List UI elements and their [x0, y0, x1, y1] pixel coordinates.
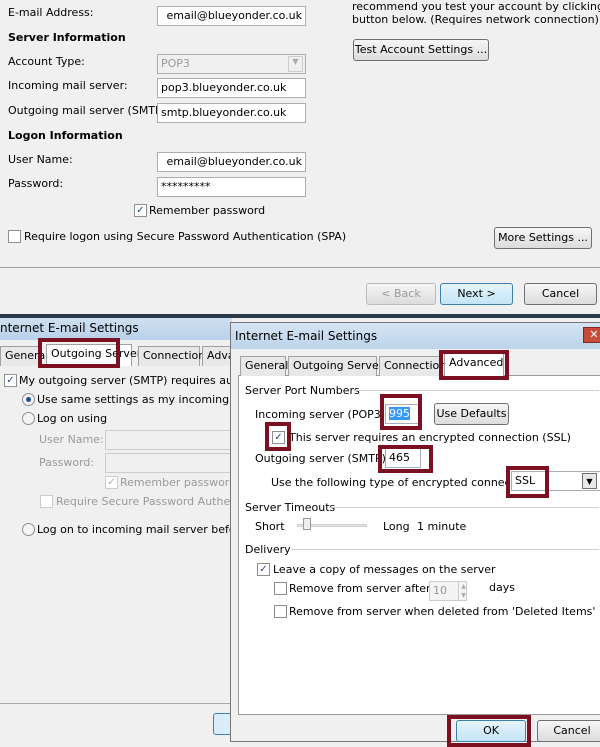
next-button[interactable]: Next > [440, 283, 513, 305]
incoming-label: Incoming mail server: [8, 79, 128, 92]
test-account-settings-button[interactable]: Test Account Settings ... [353, 39, 489, 61]
logon-using-radio[interactable] [22, 412, 35, 425]
days-label: days [489, 581, 515, 594]
remember-password-checkbox: ✓ [105, 476, 118, 489]
close-icon[interactable]: ✕ [583, 327, 600, 343]
highlight-box [447, 715, 531, 747]
tab-advanced[interactable]: Adva [202, 346, 232, 366]
stepper-arrows-icon[interactable]: ▲ ▼ [458, 582, 468, 600]
remove-after-checkbox[interactable] [274, 582, 287, 595]
remember-password-label: Remember password [120, 476, 237, 489]
intro-text: button below. (Requires network connecti… [352, 13, 599, 26]
password-field[interactable]: ********* [157, 177, 306, 197]
username-label: User Name: [39, 433, 104, 446]
group-line [353, 390, 599, 391]
spa-label: Require logon using Secure Password Auth… [24, 230, 347, 243]
tab-outgoing-server[interactable]: Outgoing Server [288, 356, 383, 376]
account-type-value: POP3 [161, 57, 190, 70]
email-label: E-mail Address: [8, 6, 94, 19]
divider [0, 267, 600, 268]
smtp-auth-label: My outgoing server (SMTP) requires authe… [19, 374, 259, 387]
tab-connection[interactable]: Connection [138, 346, 205, 366]
use-defaults-button[interactable]: Use Defaults [434, 403, 509, 425]
highlight-box [439, 350, 509, 380]
logon-info-heading: Logon Information [8, 129, 123, 142]
dialog-title: nternet E-mail Settings [0, 321, 139, 335]
group-line [329, 507, 599, 508]
long-label: Long [383, 520, 410, 533]
title-bar: nternet E-mail Settings [0, 318, 232, 340]
highlight-box [38, 338, 120, 368]
cancel-button[interactable]: Cancel [524, 283, 597, 305]
same-settings-radio[interactable] [22, 393, 35, 406]
advanced-settings-dialog: Internet E-mail Settings ✕ General Outgo… [230, 322, 600, 747]
divider [0, 703, 232, 704]
back-button[interactable]: < Back [366, 283, 436, 305]
account-type-label: Account Type: [8, 55, 85, 68]
ssl-label: This server requires an encrypted connec… [289, 431, 571, 444]
server-info-heading: Server Information [8, 31, 126, 44]
password-label: Password: [8, 177, 64, 190]
highlight-box [378, 445, 433, 473]
group-line [291, 549, 599, 550]
leave-copy-label: Leave a copy of messages on the server [273, 563, 496, 576]
incoming-port-label: Incoming server (POP3): [255, 408, 389, 421]
spa-checkbox [40, 495, 53, 508]
timeouts-heading: Server Timeouts [245, 501, 336, 514]
tab-connection[interactable]: Connection [379, 356, 446, 376]
cancel-button[interactable]: Cancel [537, 720, 600, 742]
timeout-value: 1 minute [417, 520, 467, 533]
chevron-down-icon: ▼ [288, 56, 303, 72]
email-field[interactable]: email@blueyonder.co.uk [157, 6, 306, 26]
delivery-heading: Delivery [245, 543, 291, 556]
incoming-server-field[interactable]: pop3.blueyonder.co.uk [157, 78, 306, 98]
title-bar: Internet E-mail Settings ✕ [231, 323, 600, 349]
highlight-box [506, 466, 549, 498]
username-field [105, 430, 235, 450]
logon-before-radio[interactable] [22, 523, 35, 536]
logon-using-label: Log on using [37, 412, 108, 425]
username-field[interactable]: email@blueyonder.co.uk [157, 152, 306, 172]
intro-text: recommend you test your account by click… [352, 0, 600, 13]
remove-after-label: Remove from server after [289, 582, 431, 595]
short-label: Short [255, 520, 285, 533]
tab-general[interactable]: General [240, 356, 288, 376]
remove-deleted-checkbox[interactable] [274, 605, 287, 618]
password-field [105, 453, 235, 473]
password-label: Password: [39, 456, 95, 469]
ports-heading: Server Port Numbers [245, 384, 360, 397]
remove-deleted-label: Remove from server when deleted from 'De… [289, 605, 596, 618]
outgoing-label: Outgoing mail server (SMTP): [8, 104, 170, 117]
left-settings-dialog: nternet E-mail Settings General Outgoing… [0, 318, 265, 740]
highlight-box [265, 422, 291, 451]
dialog-title: Internet E-mail Settings [235, 329, 378, 343]
remember-password-label: Remember password [149, 204, 266, 217]
slider-thumb[interactable] [303, 518, 312, 530]
more-settings-button[interactable]: More Settings ... [494, 227, 592, 249]
highlight-box [380, 394, 422, 430]
chevron-down-icon: ▼ [582, 473, 597, 489]
tab-general[interactable]: General [0, 346, 48, 366]
spa-label: Require Secure Password Authentica [56, 495, 258, 508]
smtp-auth-checkbox[interactable]: ✓ [4, 374, 17, 387]
account-type-select: POP3 ▼ [157, 54, 306, 74]
encryption-label: Use the following type of encrypted conn… [271, 476, 536, 489]
leave-copy-checkbox[interactable]: ✓ [257, 563, 270, 576]
outgoing-port-label: Outgoing server (SMTP): [255, 452, 390, 465]
outgoing-server-field[interactable]: smtp.blueyonder.co.uk [157, 103, 306, 123]
logon-before-label: Log on to incoming mail server before se [37, 523, 263, 536]
spa-checkbox[interactable] [8, 230, 21, 243]
remember-password-checkbox[interactable]: ✓ [134, 204, 147, 217]
username-label: User Name: [8, 153, 73, 166]
